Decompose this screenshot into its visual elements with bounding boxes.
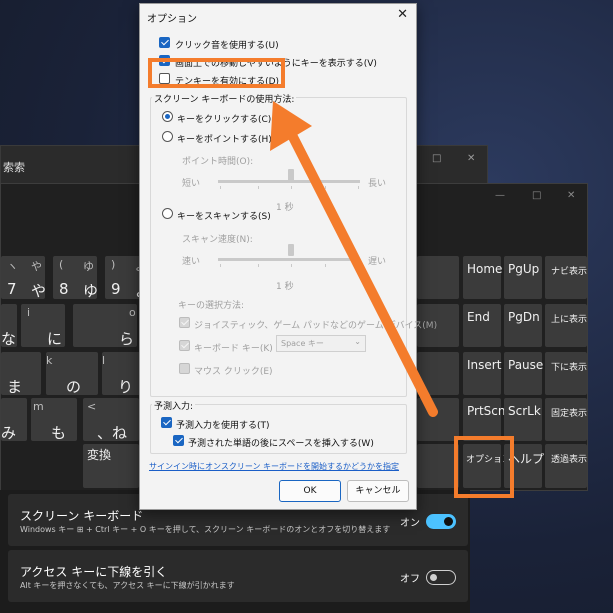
annotation-arrow	[270, 101, 438, 417]
